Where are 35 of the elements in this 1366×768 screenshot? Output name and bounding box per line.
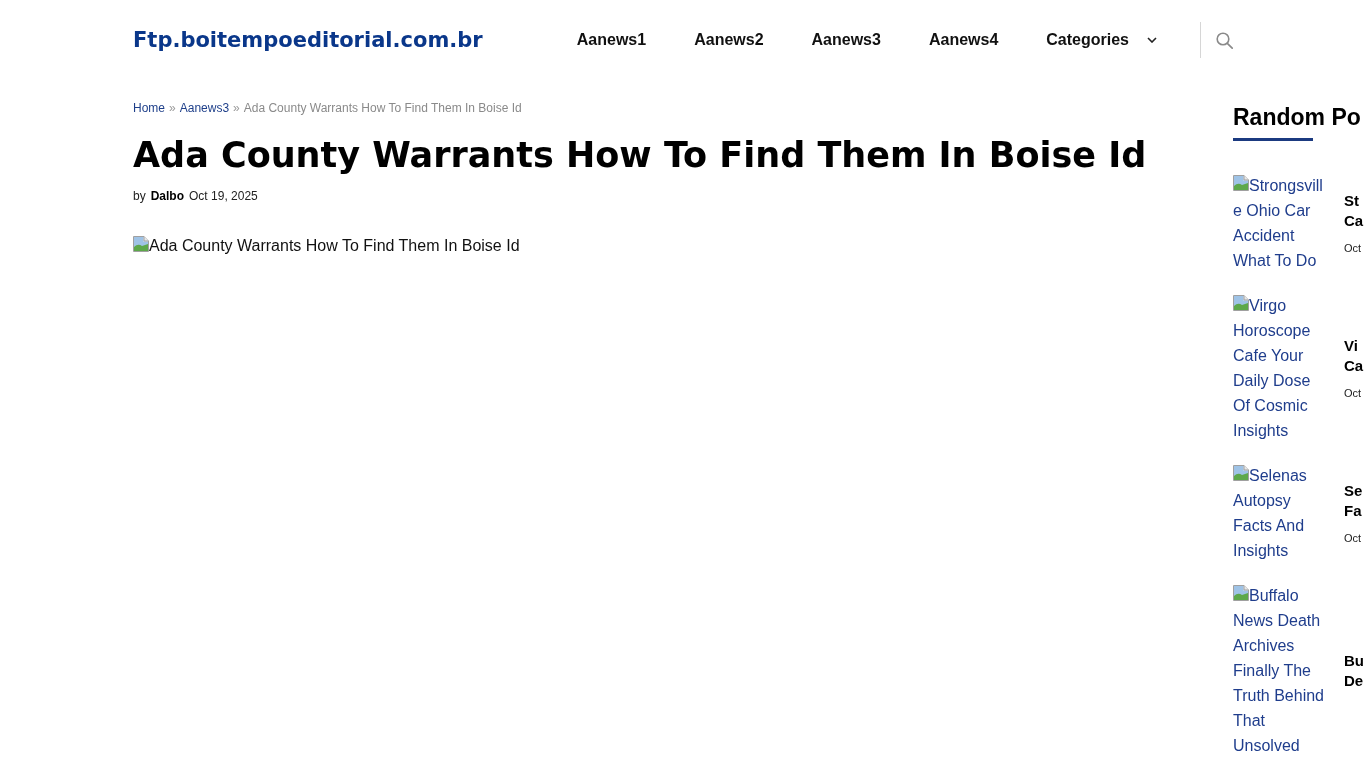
nav-link[interactable]: Aanews3 (787, 20, 905, 60)
post-date: Oct (1344, 241, 1363, 255)
article-title: Ada County Warrants How To Find Them In Boise Id (133, 134, 1148, 177)
post-title-link[interactable]: St Ca (1344, 191, 1366, 231)
nav-link[interactable]: Aanews2 (670, 20, 788, 60)
site-logo[interactable]: Ftp.boitempoeditorial.com.br (133, 26, 483, 54)
breadcrumb-link[interactable]: Aanews3 (179, 101, 230, 115)
image-alt-link[interactable]: Selenas Autopsy Facts And Insights (1233, 463, 1327, 563)
byline-prefix: by (133, 188, 146, 204)
post-date: Oct 19, 2025 (189, 188, 258, 204)
search-icon (1216, 31, 1233, 49)
image-alt-link[interactable]: Buffalo News Death Archives Finally The Truth Behind That Unsolved (1233, 583, 1327, 758)
sidebar-heading: Random Po (1233, 103, 1362, 131)
image-alt-text: Ada County Warrants How To Find Them In Boise Id (149, 236, 520, 256)
broken-image-icon (1233, 585, 1249, 601)
post-title-link[interactable]: Vi Ca (1344, 336, 1366, 376)
post-date: Oct (1344, 386, 1363, 400)
nav-dropdown[interactable]: Categories (1022, 20, 1181, 60)
post-title-link[interactable]: Se Fa (1344, 481, 1366, 521)
broken-image-icon (1233, 295, 1249, 311)
author-link[interactable]: Dalbo (150, 188, 185, 204)
image-alt-link[interactable]: Virgo Horoscope Cafe Your Daily Dose Of Cosmic Insights (1233, 293, 1327, 443)
breadcrumb-separator: » (169, 101, 176, 115)
breadcrumb-current: Ada County Warrants How To Find Them In Boise Id (243, 101, 522, 115)
post-title-link[interactable]: Bu De (1344, 650, 1366, 691)
nav-link[interactable]: Aanews4 (904, 20, 1023, 60)
image-alt-link[interactable]: Strongsville Ohio Car Accident What To Do (1233, 173, 1327, 273)
breadcrumb-separator: » (233, 101, 240, 115)
post-date: Oct (1344, 531, 1363, 545)
broken-image-icon (1233, 175, 1249, 191)
chevron-down-icon (1147, 37, 1157, 43)
breadcrumb-link[interactable]: Home (133, 101, 165, 115)
broken-image-icon (1233, 465, 1249, 481)
nav-link[interactable]: Aanews1 (552, 20, 671, 60)
broken-image-icon (133, 236, 149, 252)
